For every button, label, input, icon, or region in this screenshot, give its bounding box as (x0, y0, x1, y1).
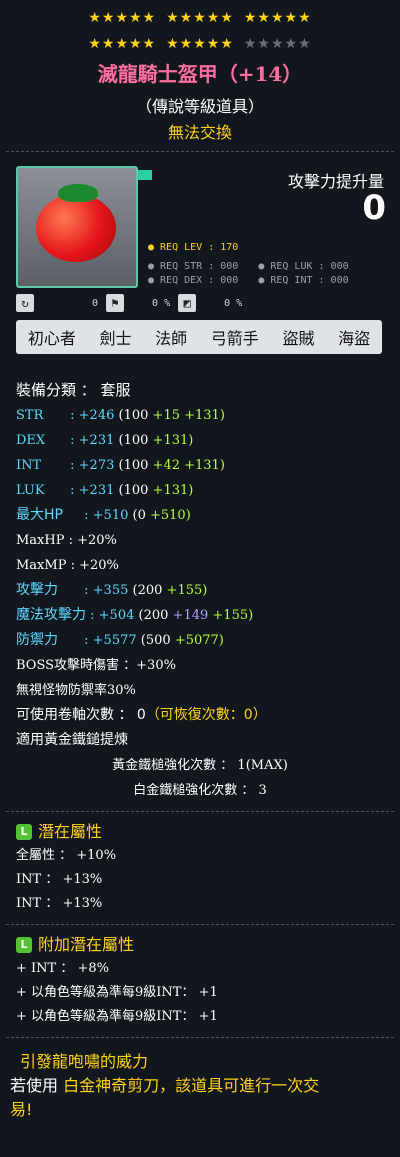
potential-header: L 潛在屬性 (16, 820, 384, 844)
legendary-badge-icon: L (16, 824, 32, 840)
req-str: ● REQ STR : 000 (148, 261, 239, 272)
scroll-slots: 可使用卷軸次數 ： 0（可恢復次數：0） (16, 707, 267, 723)
star-group: ★★★★★ (243, 36, 312, 52)
req-luk: ● REQ LUK : 000 (258, 261, 349, 272)
platinum-hammer-count: 白金鐵槌強化次數 ： 3 (133, 783, 267, 798)
item-description: 引發龍咆嘯的威力 若使用 白金神奇剪刀，該道具可進行一次交 易! (0, 1046, 400, 1126)
star-group: ★★★★★ (88, 36, 157, 52)
equip-category: 裝備分類 ： 套服 (16, 381, 131, 399)
stat-row-dex: DEX : +231 (100 +131) (16, 433, 194, 448)
req-int: ● REQ INT : 000 (258, 275, 349, 286)
item-name: 滅龍騎士盔甲（+14） (97, 62, 303, 86)
item-flags: ↻ 0 ⚑ 0 % ◩ 0 % (16, 294, 242, 312)
star-group: ★★★★★ (243, 10, 312, 26)
tag-icon (138, 170, 152, 180)
stat-row-magic-attack: 魔法攻擊力 : +504 (200 +149 +155) (16, 607, 254, 623)
flag-value-c: 0 % (224, 297, 243, 309)
flag-value-b: 0 % (152, 297, 171, 309)
ignore-defense: 無視怪物防禦率30% (16, 683, 136, 698)
potential-section: L 潛在屬性 全屬性 ： +10% INT ： +13% INT ： +13% (0, 820, 400, 916)
golden-hammer-note: 適用黃金鐵鎚提煉 (16, 732, 128, 748)
req-dex: ● REQ DEX : 000 (148, 275, 239, 286)
link-icon: ↻ (16, 294, 34, 312)
potential-title: 潛在屬性 (38, 822, 103, 841)
bonus-potential-header: L 附加潛在屬性 (16, 933, 384, 957)
stat-row-defense: 防禦力 : +5577 (500 +5077) (16, 632, 224, 648)
stat-list: 裝備分類 ： 套服 STR : +246 (100 +15 +131) DEX … (0, 378, 400, 803)
stat-row-luk: LUK : +231 (100 +131) (16, 483, 194, 498)
divider (6, 151, 394, 152)
potential-line-2: INT ： +13% (16, 872, 103, 887)
job-list: 初心者 劍士 法師 弓箭手 盜賊 海盜 (16, 320, 382, 354)
divider (6, 1037, 394, 1038)
bag-icon: ⚑ (106, 294, 125, 312)
stat-row-maxhp-pct: MaxHP : +20% (16, 533, 117, 548)
star-force-row-1: ★★★★★ ★★★★★ ★★★★★ (0, 0, 400, 26)
bonus-line-3: + 以角色等級為準每9級INT： +1 (16, 1009, 218, 1024)
potential-line-3: INT ： +13% (16, 896, 103, 911)
bonus-potential-section: L 附加潛在屬性 + INT ： +8% + 以角色等級為準每9級INT： +1… (0, 933, 400, 1029)
star-force-row-2: ★★★★★ ★★★★★ ★★★★★ (0, 26, 400, 52)
bonus-line-1: + INT ： +8% (16, 961, 109, 976)
job-warrior: 劍士 (99, 329, 132, 348)
job-thief: 盜賊 (282, 329, 315, 348)
leaf-icon (58, 184, 98, 202)
item-grade: （傳說等級道具） (135, 97, 264, 116)
star-group: ★★★★★ (166, 36, 234, 52)
req-stats: ● REQ STR : 000 ● REQ LUK : 000 ● REQ DEX… (148, 260, 349, 288)
stat-row-maxmp-pct: MaxMP : +20% (16, 558, 119, 573)
stat-row-int: INT : +273 (100 +42 +131) (16, 458, 225, 473)
stat-row-attack: 攻擊力 : +355 (200 +155) (16, 582, 208, 598)
tomato-icon (36, 194, 116, 262)
stat-row-maxhp: 最大HP : +510 (0 +510) (16, 507, 191, 523)
description-line-2: 若使用 白金神奇剪刀，該道具可進行一次交 (10, 1076, 320, 1095)
potential-line-1: 全屬性 ： +10% (16, 848, 117, 863)
bonus-potential-title: 附加潛在屬性 (38, 935, 135, 954)
req-level: ● REQ LEV : 170 (148, 242, 239, 253)
item-icon-frame (16, 166, 138, 288)
golden-hammer-count: 黃金鐵槌強化次數 ： 1(MAX) (112, 758, 288, 773)
job-magician: 法師 (155, 329, 188, 348)
star-group: ★★★★★ (88, 10, 157, 26)
job-pirate: 海盜 (338, 329, 371, 348)
boss-damage: BOSS攻擊時傷害 ：+30% (16, 658, 176, 673)
flag-value-a: 0 (92, 297, 99, 309)
job-beginner: 初心者 (27, 329, 76, 348)
divider (6, 811, 394, 812)
trade-status: 無法交換 (167, 123, 232, 142)
legendary-badge-icon: L (16, 937, 32, 953)
item-tooltip: ★★★★★ ★★★★★ ★★★★★ ★★★★★ ★★★★★ ★★★★★ 滅龍騎士… (0, 0, 400, 1157)
bonus-line-2: + 以角色等級為準每9級INT： +1 (16, 985, 218, 1000)
stat-row-str: STR : +246 (100 +15 +131) (16, 408, 225, 423)
job-archer: 弓箭手 (210, 329, 259, 348)
star-group: ★★★★★ (166, 10, 234, 26)
attack-increase-value: 0 (362, 188, 386, 228)
shield-icon: ◩ (178, 294, 197, 312)
description-line-3: 易! (10, 1100, 33, 1119)
description-line-1: 引發龍咆嘯的威力 (20, 1052, 149, 1071)
item-summary: ● REQ LEV : 170 ● REQ STR : 000 ● REQ LUK… (0, 160, 400, 380)
divider (6, 924, 394, 925)
